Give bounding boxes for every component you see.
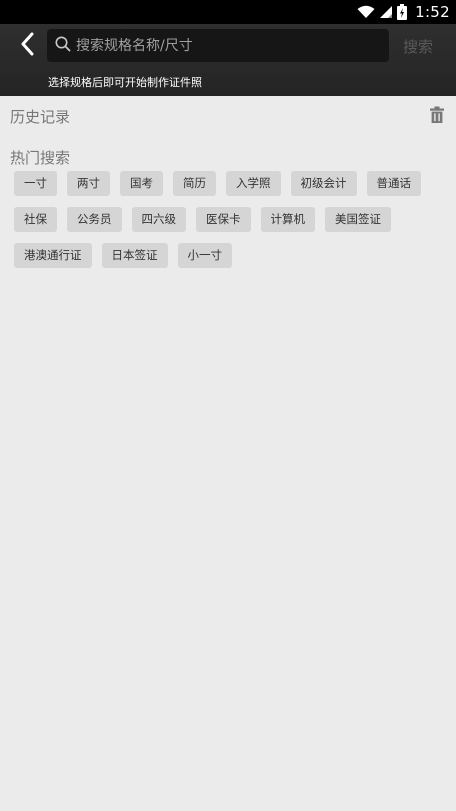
tag-civil-servant[interactable]: 公务员 [67,207,122,232]
tag-national-exam[interactable]: 国考 [120,171,163,196]
wifi-icon [357,5,375,19]
hot-search-tags: 一寸 两寸 国考 简历 入学照 初级会计 普通话 社保 公务员 四六级 医保卡 … [14,171,444,268]
back-button[interactable] [14,32,40,60]
tag-computer[interactable]: 计算机 [260,207,315,232]
battery-icon [397,4,408,20]
tag-us-visa[interactable]: 美国签证 [325,207,391,232]
history-section: 历史记录 [0,104,456,128]
hot-search-title: 热门搜索 [10,149,71,167]
tag-one-inch[interactable]: 一寸 [14,171,57,196]
search-input[interactable] [76,37,389,54]
tag-japan-visa[interactable]: 日本签证 [101,243,168,268]
tag-resume[interactable]: 简历 [173,171,216,196]
tag-cet[interactable]: 四六级 [131,207,186,232]
search-box [47,29,389,62]
tag-junior-accounting[interactable]: 初级会计 [290,171,357,196]
trash-icon[interactable] [430,106,444,124]
status-time: 1:52 [415,3,450,21]
tag-enrollment-photo[interactable]: 入学照 [226,171,281,196]
search-header: 搜索 选择规格后即可开始制作证件照 [0,24,456,96]
history-title: 历史记录 [10,108,71,126]
tag-social-security[interactable]: 社保 [14,207,57,232]
search-hint: 选择规格后即可开始制作证件照 [48,76,202,89]
tag-hk-macau-permit[interactable]: 港澳通行证 [14,243,92,268]
search-icon [55,36,71,56]
tag-medical-card[interactable]: 医保卡 [196,207,251,232]
tag-two-inch[interactable]: 两寸 [67,171,110,196]
tag-small-one-inch[interactable]: 小一寸 [177,243,232,268]
search-button[interactable]: 搜索 [403,36,433,57]
status-bar: 1:52 [0,0,456,24]
cell-signal-icon [379,5,393,19]
tag-mandarin[interactable]: 普通话 [366,171,421,196]
chevron-left-icon [20,32,34,60]
